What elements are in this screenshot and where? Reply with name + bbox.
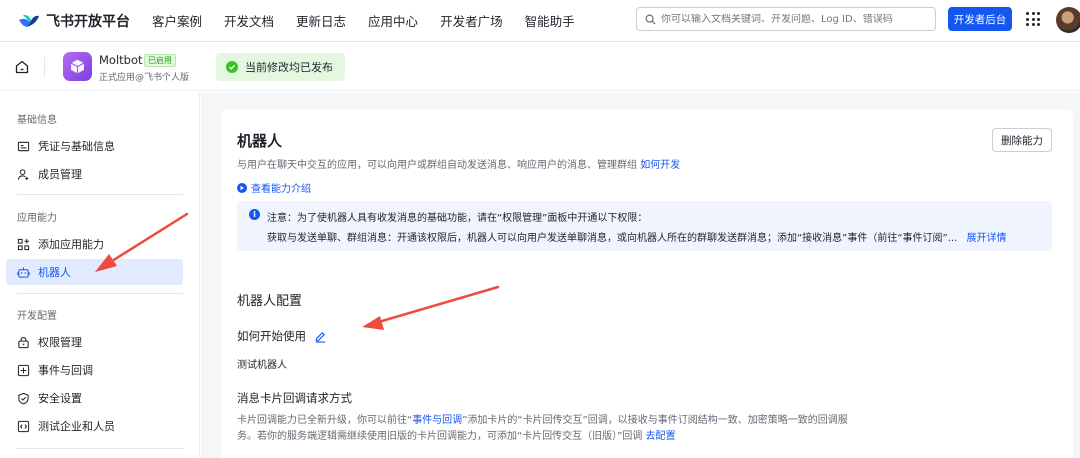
sidebar-item-label: 安全设置 [38,392,82,405]
plus-box-icon [17,364,30,377]
view-intro-link[interactable]: 查看能力介绍 [237,180,311,195]
notice-title: 注意：为了使机器人具有收发消息的基础功能，请在“权限管理”面板中开通以下权限： [267,213,648,224]
user-avatar[interactable] [1056,7,1080,33]
sidebar-group-dev-config: 开发配置 [17,311,57,322]
sidebar-item-label: 添加应用能力 [38,238,104,251]
user-add-icon [17,168,30,181]
sidebar-item-members[interactable]: 成员管理 [6,161,183,187]
sidebar-item-label: 事件与回调 [38,364,93,377]
events-callbacks-link[interactable]: 事件与回调 [412,415,462,426]
notice-detail: 获取与发送单聊、群组消息：开通该权限后，机器人可以向用户发送单聊消息，或向机器人… [267,229,1037,244]
sidebar-divider [17,448,183,449]
nav-app-center[interactable]: 应用中心 [368,11,418,30]
nav-customer-cases[interactable]: 客户案例 [152,11,202,30]
callback-desc-text-a: 卡片回调能力已全新升级，你可以前往“ [237,415,413,426]
id-card-icon [17,140,30,153]
lock-icon [17,336,30,349]
test-code-icon [17,420,30,433]
delete-capability-button[interactable]: 删除能力 [992,128,1052,152]
app-status-badge: 已启用 [144,54,176,67]
apps-add-icon [17,238,30,251]
card-callback-description: 卡片回调能力已全新升级，你可以前往“事件与回调”添加卡片的“卡片回传交互”回调，… [237,413,857,445]
sidebar-item-label: 测试企业和人员 [38,420,115,433]
sidebar-item-robot[interactable]: 机器人 [6,259,183,285]
check-circle-icon [226,61,238,73]
app-grid-icon[interactable] [1026,12,1040,26]
app-subtitle: 正式应用@飞书个人版 [99,73,190,83]
card-callback-title: 消息卡片回调请求方式 [237,391,352,405]
how-to-use-text: 如何开始使用 [237,329,306,343]
sidebar-item-credentials[interactable]: 凭证与基础信息 [6,133,183,159]
go-configure-link[interactable]: 去配置 [646,431,676,442]
capability-description: 与用户在聊天中交互的应用，可以向用户或群组自动发送消息、响应用户的消息、管理群组… [237,156,680,171]
app-name: Moltbot [99,53,143,67]
top-navigation: 飞书开放平台 客户案例 开发文档 更新日志 应用中心 开发者广场 智能助手 开发… [0,0,1080,42]
page-title: 机器人 [237,132,283,150]
sidebar: 基础信息 凭证与基础信息 成员管理 应用能力 添加应用能力 机器人 开发配置 权… [0,92,200,458]
sidebar-divider [17,293,183,294]
main-content: 机器人 与用户在聊天中交互的应用，可以向用户或群组自动发送消息、响应用户的消息、… [201,92,1080,458]
nav-changelog[interactable]: 更新日志 [296,11,346,30]
sidebar-group-basic: 基础信息 [17,115,57,126]
app-header: Moltbot 已启用 正式应用@飞书个人版 当前修改均已发布 [0,43,1080,91]
permission-notice: i 注意：为了使机器人具有收发消息的基础功能，请在“权限管理”面板中开通以下权限… [237,201,1052,251]
developer-console-button[interactable]: 开发者后台 [948,7,1012,31]
expand-details-link[interactable]: 展开详情 [966,233,1006,244]
robot-config-title: 机器人配置 [237,294,303,309]
sidebar-divider [17,194,183,195]
sidebar-item-test-users[interactable]: 测试企业和人员 [6,413,183,439]
logo-text: 飞书开放平台 [46,13,130,30]
play-icon [237,182,247,193]
publish-status-text: 当前修改均已发布 [245,61,333,74]
app-cube-icon [63,52,92,81]
info-icon: i [249,209,260,220]
home-icon[interactable] [14,59,30,75]
view-intro-text: 查看能力介绍 [251,184,311,195]
nav-developer-square[interactable]: 开发者广场 [440,11,503,30]
sidebar-item-label: 成员管理 [38,168,82,181]
nav-dev-docs[interactable]: 开发文档 [224,11,274,30]
nav-smart-assistant[interactable]: 智能助手 [525,11,575,30]
search-box[interactable] [636,7,936,31]
sidebar-item-add-capability[interactable]: 添加应用能力 [6,231,183,257]
header-divider [44,57,45,77]
sidebar-group-capabilities: 应用能力 [17,213,57,224]
how-to-use-value: 测试机器人 [237,360,287,371]
publish-status: 当前修改均已发布 [216,53,345,81]
robot-capability-card: 机器人 与用户在聊天中交互的应用，可以向用户或群组自动发送消息、响应用户的消息、… [221,110,1073,458]
nav-items: 客户案例 开发文档 更新日志 应用中心 开发者广场 智能助手 [152,11,597,30]
logo[interactable]: 飞书开放平台 [18,11,152,31]
shield-icon [17,392,30,405]
feishu-logo-icon [18,13,40,29]
sidebar-item-events[interactable]: 事件与回调 [6,357,183,383]
how-to-use-label: 如何开始使用 [237,328,327,344]
notice-detail-text: 获取与发送单聊、群组消息：开通该权限后，机器人可以向用户发送单聊消息，或向机器人… [267,233,958,244]
sidebar-item-permissions[interactable]: 权限管理 [6,329,183,355]
sidebar-item-label: 权限管理 [38,336,82,349]
search-icon [645,10,656,29]
description-text: 与用户在聊天中交互的应用，可以向用户或群组自动发送消息、响应用户的消息、管理群组 [237,160,637,171]
sidebar-item-label: 机器人 [38,266,71,279]
sidebar-item-security[interactable]: 安全设置 [6,385,183,411]
search-input[interactable] [661,13,931,25]
edit-pencil-icon[interactable] [314,330,327,343]
sidebar-item-label: 凭证与基础信息 [38,140,115,153]
robot-icon [17,266,30,279]
how-to-develop-link[interactable]: 如何开发 [640,160,680,171]
